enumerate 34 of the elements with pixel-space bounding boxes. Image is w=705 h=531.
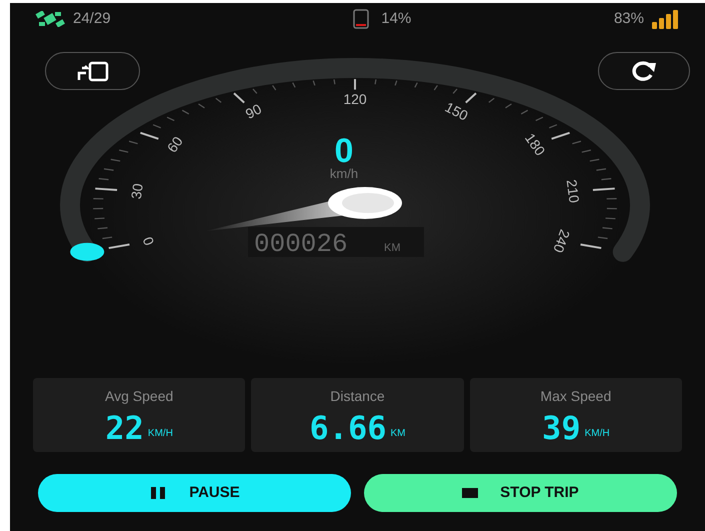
stat-label: Avg Speed — [105, 387, 174, 406]
odometer-reading: 000026 — [254, 229, 348, 259]
rotate-screen-button[interactable] — [45, 52, 140, 90]
stat-unit: KM/H — [148, 427, 173, 441]
signal-bars-icon — [652, 9, 680, 29]
satellite-count: 24/29 — [73, 8, 111, 29]
scale-label: 180 — [522, 130, 548, 158]
satellite-icon — [35, 11, 65, 27]
scale-label: 210 — [564, 178, 583, 204]
stat-unit: KM/H — [584, 427, 610, 441]
stat-label: Distance — [330, 387, 385, 406]
scale-label: 120 — [343, 91, 367, 108]
scale-label: 150 — [442, 98, 471, 124]
stat-value: 6.66 — [309, 411, 387, 445]
scale-label: 30 — [128, 182, 146, 200]
scale-label: 90 — [242, 100, 264, 122]
signal-percent: 83% — [614, 8, 644, 29]
odometer-unit: KM — [384, 242, 400, 254]
rotate-device-icon — [76, 60, 110, 82]
scale-label: 0 — [139, 234, 158, 248]
refresh-icon — [630, 60, 658, 82]
stat-value: 22 — [105, 411, 144, 445]
pause-button[interactable]: PAUSE — [38, 474, 351, 512]
battery-percent: 14% — [381, 8, 412, 29]
refresh-button[interactable] — [598, 52, 690, 90]
stop-icon — [462, 487, 478, 499]
stat-unit: KM — [390, 427, 406, 441]
speed-indicator-dot — [70, 242, 104, 261]
stop-trip-button[interactable]: STOP TRIP — [364, 474, 677, 512]
stat-label: Max Speed — [540, 387, 612, 406]
pause-icon — [149, 487, 168, 499]
stat-value: 39 — [542, 411, 581, 445]
scale-label: 60 — [164, 133, 186, 156]
scale-label: 240 — [550, 227, 574, 255]
